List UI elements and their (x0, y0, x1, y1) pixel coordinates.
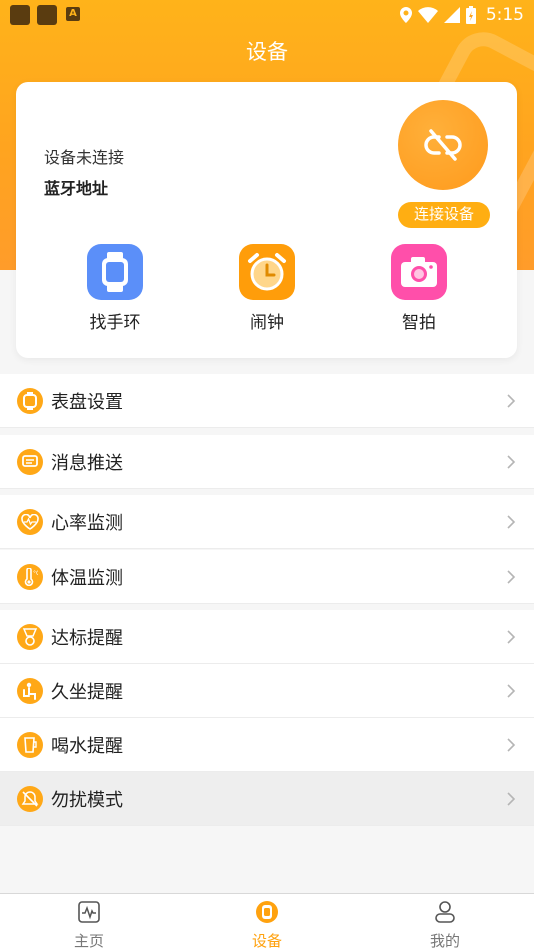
notification-icon (10, 5, 30, 25)
profile-icon (435, 901, 455, 923)
notification-icon (37, 5, 57, 25)
chevron-right-icon (507, 683, 516, 698)
settings-item-label: 勿扰模式 (51, 789, 123, 811)
battery-icon (465, 6, 476, 24)
do-not-disturb-icon (17, 785, 43, 812)
connect-device-circle[interactable] (398, 100, 488, 190)
tab-home[interactable]: 主页 (49, 900, 129, 950)
settings-item-sedentary-reminder[interactable]: 久坐提醒 (0, 664, 534, 718)
tab-home-label: 主页 (73, 932, 104, 950)
link-broken-icon (424, 129, 462, 161)
device-card: 设备未连接 蓝牙地址 连接设备 找手环 闹钟 智拍 (16, 82, 517, 358)
thermometer-icon: °C (17, 563, 43, 590)
alarm-label: 闹钟 (250, 313, 284, 333)
chevron-right-icon (507, 569, 516, 584)
camera-icon (391, 244, 447, 300)
notification-letter-icon: A (66, 7, 80, 21)
clock-time: 5:15 (485, 5, 524, 25)
tab-profile-label: 我的 (429, 932, 460, 950)
alarm-button[interactable]: 闹钟 (222, 244, 312, 333)
chevron-right-icon (507, 791, 516, 806)
settings-item-temperature[interactable]: °C 体温监测 (0, 550, 534, 604)
wifi-icon (417, 7, 438, 23)
settings-item-watch-face[interactable]: 表盘设置 (0, 374, 534, 428)
home-chart-icon (78, 901, 100, 923)
settings-item-label: 心率监测 (51, 512, 123, 534)
settings-item-label: 消息推送 (51, 452, 123, 474)
drink-icon (17, 731, 43, 758)
settings-item-do-not-disturb[interactable]: 勿扰模式 (0, 772, 534, 826)
tab-device-label: 设备 (251, 932, 282, 950)
sedentary-icon (17, 677, 43, 704)
chevron-right-icon (507, 454, 516, 469)
settings-item-message-push[interactable]: 消息推送 (0, 435, 534, 489)
smart-photo-button[interactable]: 智拍 (374, 244, 464, 333)
chevron-right-icon (507, 629, 516, 644)
settings-item-label: 喝水提醒 (51, 735, 123, 757)
smart-photo-label: 智拍 (402, 313, 436, 333)
find-band-button[interactable]: 找手环 (70, 244, 160, 333)
tab-device[interactable]: 设备 (227, 900, 307, 950)
settings-item-heart-rate[interactable]: 心率监测 (0, 495, 534, 549)
settings-item-drink-reminder[interactable]: 喝水提醒 (0, 718, 534, 772)
chevron-right-icon (507, 393, 516, 408)
svg-text:°C: °C (33, 570, 38, 577)
chevron-right-icon (507, 737, 516, 752)
page-title: 设备 (246, 40, 288, 64)
message-icon (17, 448, 43, 475)
signal-icon (443, 7, 460, 23)
settings-item-label: 体温监测 (51, 567, 123, 589)
chevron-right-icon (507, 514, 516, 529)
device-watch-icon (256, 901, 278, 923)
bottom-tab-bar: 主页 设备 我的 (0, 893, 534, 950)
connection-status: 设备未连接 (44, 148, 125, 167)
heart-rate-icon (17, 508, 43, 535)
tab-profile[interactable]: 我的 (405, 900, 485, 950)
find-band-label: 找手环 (89, 313, 141, 333)
settings-item-label: 久坐提醒 (51, 681, 123, 703)
settings-item-goal-reminder[interactable]: 达标提醒 (0, 610, 534, 664)
bluetooth-address-label: 蓝牙地址 (44, 179, 109, 198)
connect-device-button[interactable]: 连接设备 (398, 202, 490, 228)
location-icon (399, 7, 412, 23)
settings-item-label: 达标提醒 (51, 627, 123, 649)
goal-icon (17, 623, 43, 650)
watch-icon (87, 244, 143, 300)
status-bar: A 5:15 (0, 0, 534, 30)
alarm-clock-icon (239, 244, 295, 300)
settings-item-label: 表盘设置 (51, 391, 123, 413)
watch-face-icon (17, 387, 43, 414)
